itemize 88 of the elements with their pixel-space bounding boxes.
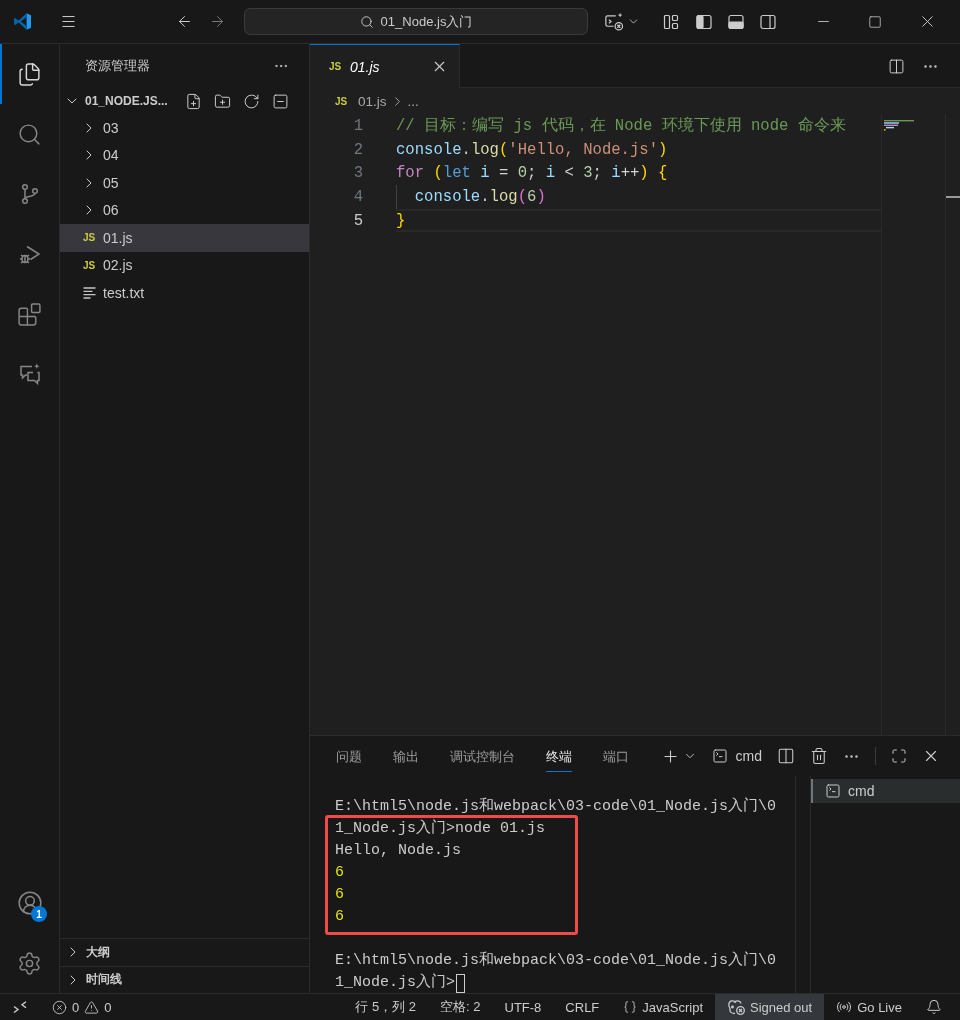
files-icon [17,61,42,87]
logo-icon[interactable] [13,13,31,30]
code-line: } [396,211,406,230]
line-number: 4 [352,187,363,206]
terminal-list-item[interactable]: cmd [811,779,960,803]
tree-item[interactable]: JS 01.js [60,224,309,252]
tree-item[interactable]: 04 [60,141,309,169]
notification-badge: 1 [31,906,47,922]
text-file-icon [82,286,96,299]
status-item[interactable]: UTF-8 [492,994,554,1020]
line-number: 1 [352,116,363,135]
code-line: console.log('Hello, Node.js') [396,140,668,159]
js-file-icon: JS [81,232,97,244]
minimap-preview-drawing [884,120,916,131]
editor-tab[interactable]: JS 01.js [310,44,460,88]
trash-icon[interactable] [810,747,828,765]
tree-item[interactable]: test.txt [60,279,309,307]
layout-grid-icon[interactable] [663,13,679,30]
menu-icon[interactable] [59,13,77,30]
tree-item[interactable]: JS 02.js [60,251,309,279]
section-header[interactable]: 大纲 [60,938,309,966]
sidebar-right-icon[interactable] [760,13,776,30]
tree-item[interactable]: 05 [60,169,309,197]
terminal-profile-button[interactable]: cmd [711,748,762,764]
status-item[interactable]: CRLF [553,994,612,1020]
js-file-icon: JS [327,61,343,72]
js-file-icon: JS [81,259,97,271]
tree-item[interactable]: 03 [60,114,309,142]
terminal-line: E:\html5\node.js和webpack\03-code\01_Node.js入门\0 [335,796,777,817]
angle-brackets-icon[interactable] [13,1001,27,1013]
folder-header[interactable]: 01_NODE.JS... [64,88,168,114]
columns-icon[interactable] [888,57,905,75]
code-line: console.log(6) [414,187,546,206]
columns-icon[interactable] [777,747,795,765]
maximize-icon[interactable] [891,748,907,764]
line-number: 3 [352,164,363,183]
chat-sparkle-icon [17,362,42,386]
panel-tab[interactable]: 问题 [336,740,362,772]
error-icon [52,999,67,1015]
broadcast-icon [836,999,853,1015]
account-icon [16,890,43,916]
sidebar-left-icon[interactable] [696,13,712,30]
command-center[interactable]: 01_Node.js入门 [244,8,588,35]
refresh-icon[interactable] [243,92,260,110]
status-item[interactable]: 行 5，列 2 [343,994,429,1020]
extensions-icon [17,301,42,327]
status-item[interactable]: JavaScript [611,994,715,1020]
panel-tab[interactable]: 调试控制台 [450,740,515,772]
breadcrumb-item[interactable]: JS 01.js [333,93,387,109]
warning-icon [84,999,100,1015]
breadcrumb-item[interactable]: ... [407,93,419,109]
file-plus-icon[interactable] [185,92,202,110]
status-item[interactable]: Go Live [824,994,914,1020]
line-number: 2 [352,140,363,159]
terminal-icon [711,748,728,764]
problems-button[interactable]: 0 0 [42,994,122,1020]
status-item[interactable]: Signed out [715,994,825,1020]
panel-tab[interactable]: 端口 [603,740,629,772]
terminal-line: 6 [335,863,344,883]
search-icon [17,121,42,147]
terminal-line: 6 [335,907,344,927]
sparkle-x-icon[interactable] [604,12,624,31]
panel-tab[interactable]: 终端 [546,740,572,772]
bell-icon [926,999,942,1015]
cursor-position-mark [946,196,960,198]
terminal-line: 1_Node.js入门>node 01.js [335,818,546,839]
bot-x-icon [727,999,745,1015]
terminal-line: 1_Node.js入门> [335,972,455,993]
sidebar-title: 资源管理器 [85,57,150,75]
search-icon [359,14,374,29]
settings-icon [17,950,42,976]
panel-tab[interactable]: 输出 [393,740,419,772]
folder-plus-icon[interactable] [214,92,231,110]
maximize-icon[interactable] [868,14,882,29]
code-line: // 目标：编写 js 代码，在 Node 环境下使用 node 命令来 [396,115,846,137]
status-item[interactable]: 空格: 2 [428,994,493,1020]
terminal-line: Hello, Node.js [335,841,462,861]
line-number: 5 [352,211,363,230]
panel-bottom-icon[interactable] [728,13,744,30]
braces-icon [623,1000,638,1014]
js-file-icon: JS [333,95,349,107]
code-line: for (let i = 0; i < 3; i++) { [396,164,668,183]
tree-item[interactable]: 06 [60,196,309,224]
terminal-icon [825,783,841,799]
activity-bar-item[interactable]: 1 [0,873,59,933]
terminal-line: 6 [335,885,344,905]
terminal-line: E:\html5\node.js和webpack\03-code\01_Node.js入门\0 [335,950,777,971]
square-minus-icon[interactable] [272,92,289,110]
